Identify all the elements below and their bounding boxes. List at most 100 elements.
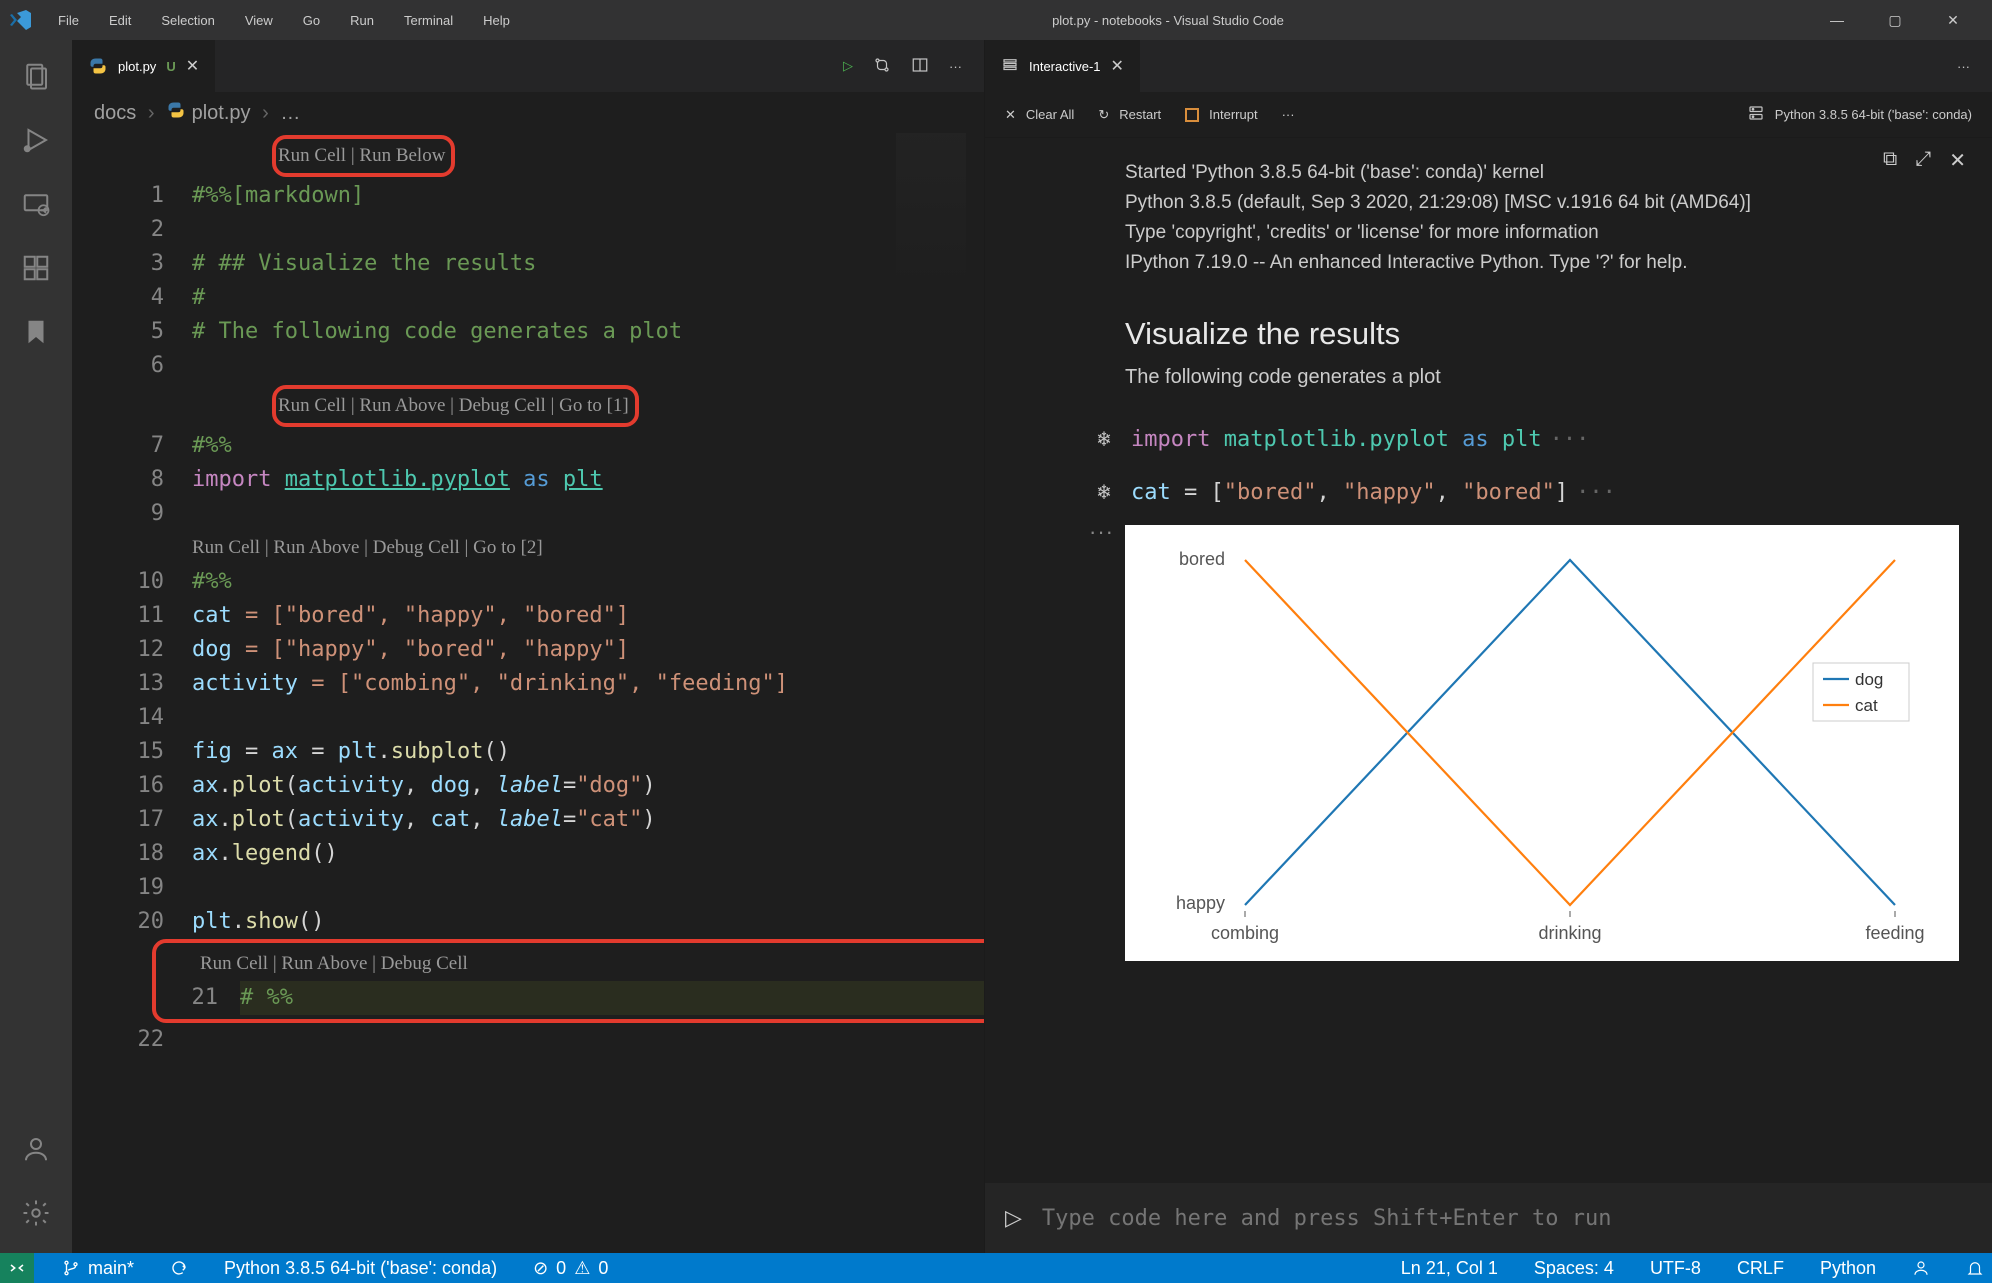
interactive-toolbar: ✕Clear All ↻Restart Interrupt ··· Python… — [985, 92, 1992, 138]
plot-output: bored happy combing drinking feeding — [1125, 525, 1959, 961]
problems-indicator[interactable]: ⊘0 ⚠0 — [525, 1258, 616, 1279]
codelens-run-cell[interactable]: Run Cell | Run Above | Debug Cell | Go t… — [278, 395, 629, 416]
codelens-run-cell[interactable]: Run Cell | Run Below — [278, 145, 445, 166]
legend-dog: dog — [1855, 670, 1883, 689]
breadcrumb[interactable]: docs › plot.py › … — [72, 92, 984, 133]
ytick-happy: happy — [1176, 893, 1225, 913]
account-icon[interactable] — [12, 1125, 60, 1173]
menu-terminal[interactable]: Terminal — [392, 7, 465, 34]
line-chart: bored happy combing drinking feeding — [1125, 525, 1959, 961]
menu-help[interactable]: Help — [471, 7, 522, 34]
interactive-tabs: Interactive-1 ✕ ··· — [985, 40, 1992, 92]
menu-view[interactable]: View — [233, 7, 285, 34]
tab-filename: plot.py — [118, 59, 156, 74]
close-icon: ✕ — [1005, 107, 1016, 123]
cursor-position[interactable]: Ln 21, Col 1 — [1393, 1258, 1506, 1279]
breadcrumb-folder[interactable]: docs — [94, 102, 136, 124]
kernel-info-line: Type 'copyright', 'credits' or 'license'… — [1125, 218, 1944, 248]
interrupt-button[interactable]: Interrupt — [1185, 107, 1257, 122]
line-number: 2 — [72, 213, 192, 247]
executed-cell[interactable]: ❄ cat = ["bored", "happy", "bored"]··· — [985, 466, 1992, 519]
breadcrumb-file[interactable]: plot.py — [192, 102, 251, 124]
menu-edit[interactable]: Edit — [97, 7, 143, 34]
line-number: 8 — [72, 463, 192, 497]
settings-gear-icon[interactable] — [12, 1189, 60, 1237]
code-text: import matplotlib.pyplot as plt — [192, 463, 984, 497]
interactive-code-input[interactable] — [1042, 1206, 1972, 1231]
code-text: #%% — [192, 569, 232, 594]
remote-indicator[interactable] — [0, 1253, 34, 1283]
ellipsis-icon: ··· — [1576, 480, 1616, 505]
restart-button[interactable]: ↻Restart — [1098, 107, 1161, 123]
expand-icon[interactable]: ⤢ — [1915, 148, 1931, 173]
explorer-icon[interactable] — [12, 52, 60, 100]
close-output-icon[interactable]: ✕ — [1949, 148, 1966, 173]
code-text: # ## Visualize the results — [192, 251, 536, 276]
interactive-output[interactable]: ⧉ ⤢ ✕ Started 'Python 3.8.5 64-bit ('bas… — [985, 138, 1992, 1183]
ellipsis-icon: ··· — [1550, 427, 1590, 452]
editor-tabs: plot.py U ✕ ▷ ··· — [72, 40, 984, 92]
indentation[interactable]: Spaces: 4 — [1526, 1258, 1622, 1279]
clear-all-button[interactable]: ✕Clear All — [1005, 107, 1074, 123]
annotation-codelens-1: Run Cell | Run Below — [272, 135, 455, 177]
code-editor[interactable]: Run Cell | Run Below 1#%%[markdown] 2 3#… — [72, 133, 984, 1253]
breadcrumb-trail[interactable]: … — [280, 102, 300, 124]
tab-plot-py[interactable]: plot.py U ✕ — [72, 40, 216, 92]
code-text: #%%[markdown] — [192, 183, 364, 208]
minimize-button[interactable]: ― — [1814, 0, 1860, 40]
toolbar-more-icon[interactable]: ··· — [1282, 107, 1295, 122]
executed-cell[interactable]: ❄ import matplotlib.pyplot as plt··· — [985, 413, 1992, 466]
git-branch[interactable]: main* — [54, 1258, 142, 1279]
language-mode[interactable]: Python — [1812, 1258, 1884, 1279]
annotation-codelens-2: Run Cell | Run Above | Debug Cell | Go t… — [272, 385, 639, 427]
split-editor-icon[interactable] — [911, 56, 929, 77]
code-text: ax.plot(activity, dog, label="dog") — [192, 769, 984, 803]
encoding[interactable]: UTF-8 — [1642, 1258, 1709, 1279]
line-number: 3 — [72, 247, 192, 281]
menu-file[interactable]: File — [46, 7, 91, 34]
line-number: 21 — [160, 981, 240, 1015]
code-text: # The following code generates a plot — [192, 319, 682, 344]
code-text: plt.show() — [192, 905, 984, 939]
output-heading: Visualize the results — [985, 286, 1992, 366]
code-text: # — [192, 285, 205, 310]
tab-interactive[interactable]: Interactive-1 ✕ — [985, 40, 1141, 92]
copy-icon[interactable]: ⧉ — [1883, 148, 1897, 173]
menu-selection[interactable]: Selection — [149, 7, 226, 34]
maximize-button[interactable]: ▢ — [1872, 0, 1918, 40]
run-file-icon[interactable]: ▷ — [843, 58, 853, 74]
remote-explorer-icon[interactable] — [12, 180, 60, 228]
line-number: 5 — [72, 315, 192, 349]
codelens-run-cell[interactable]: Run Cell | Run Above | Debug Cell — [160, 947, 984, 981]
run-debug-icon[interactable] — [12, 116, 60, 164]
python-interpreter[interactable]: Python 3.8.5 64-bit ('base': conda) — [216, 1258, 505, 1279]
vscode-logo-icon — [8, 7, 34, 33]
line-number: 14 — [72, 701, 192, 735]
tab-close-icon[interactable]: ✕ — [186, 56, 199, 76]
code-text: fig = ax = plt.subplot() — [192, 735, 984, 769]
line-number: 16 — [72, 769, 192, 803]
titlebar: File Edit Selection View Go Run Terminal… — [0, 0, 1992, 40]
line-number: 7 — [72, 429, 192, 463]
line-number: 10 — [72, 565, 192, 599]
more-actions-icon[interactable]: ··· — [1957, 59, 1970, 74]
close-button[interactable]: ✕ — [1930, 0, 1976, 40]
ytick-bored: bored — [1179, 549, 1225, 569]
kernel-info-line: Started 'Python 3.8.5 64-bit ('base': co… — [1125, 158, 1944, 188]
feedback-icon[interactable] — [1904, 1259, 1938, 1277]
extensions-icon[interactable] — [12, 244, 60, 292]
bookmark-icon[interactable] — [12, 308, 60, 356]
kernel-selector[interactable]: Python 3.8.5 64-bit ('base': conda) — [1747, 104, 1972, 125]
eol[interactable]: CRLF — [1729, 1258, 1792, 1279]
tab-close-icon[interactable]: ✕ — [1111, 56, 1124, 76]
more-actions-icon[interactable]: ··· — [949, 59, 962, 74]
sync-button[interactable] — [162, 1259, 196, 1277]
menu-run[interactable]: Run — [338, 7, 386, 34]
menu-go[interactable]: Go — [291, 7, 332, 34]
cell-more-icon[interactable]: ··· — [1089, 519, 1114, 545]
notifications-icon[interactable] — [1958, 1259, 1992, 1277]
compare-changes-icon[interactable] — [873, 56, 891, 77]
codelens-run-cell[interactable]: Run Cell | Run Above | Debug Cell | Go t… — [72, 531, 984, 565]
run-input-icon[interactable]: ▷ — [1005, 1205, 1022, 1231]
activity-bar — [0, 40, 72, 1253]
